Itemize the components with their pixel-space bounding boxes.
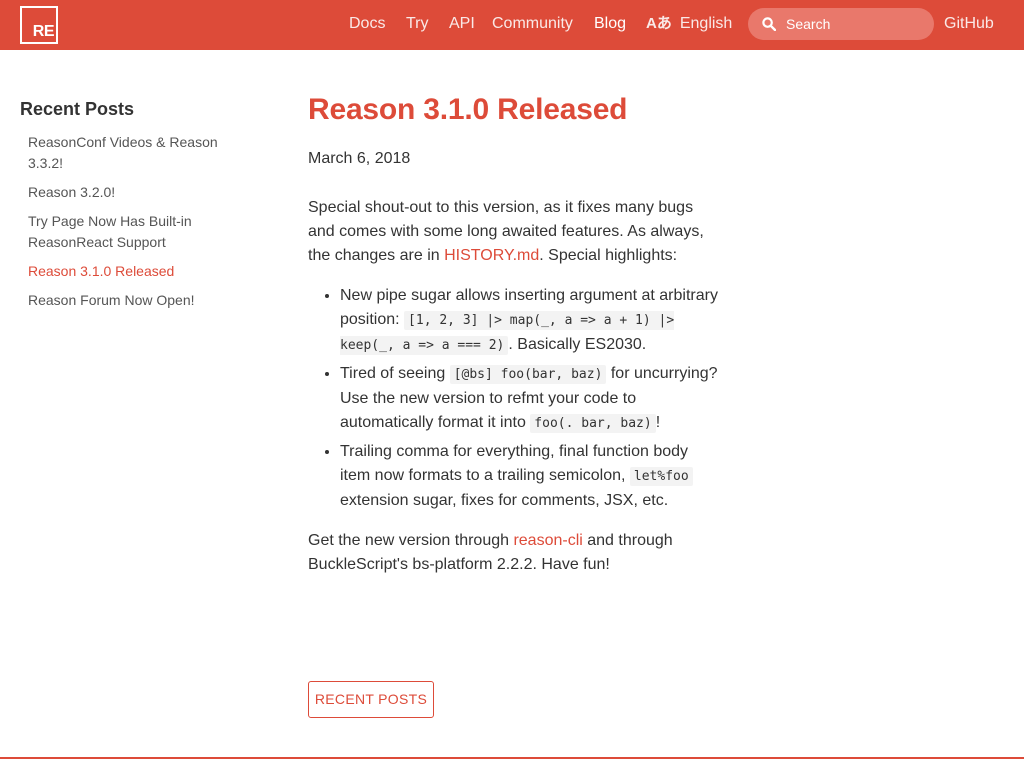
sidebar-item-reason-forum[interactable]: Reason Forum Now Open! <box>20 290 250 311</box>
sidebar-title: Recent Posts <box>20 99 135 119</box>
intro-text-end: . Special highlights: <box>539 247 678 264</box>
nav-github[interactable]: GitHub <box>944 13 994 35</box>
logo-text: RE <box>32 23 55 40</box>
highlight-text: Tired of seeing <box>340 365 450 382</box>
nav-docs[interactable]: Docs <box>349 13 385 35</box>
language-label: English <box>679 15 733 32</box>
nav-community[interactable]: Community <box>492 13 573 35</box>
highlight-text: ! <box>655 414 661 431</box>
outro-text: Get the new version through <box>308 532 514 549</box>
nav-blog[interactable]: Blog <box>594 13 626 35</box>
nav-api[interactable]: API <box>449 13 475 35</box>
reason-logo[interactable]: RE <box>20 6 58 44</box>
post-date: March 6, 2018 <box>308 150 411 167</box>
post-title[interactable]: Reason 3.1.0 Released <box>308 90 720 130</box>
code-snippet: [@bs] foo(bar, baz) <box>449 365 607 384</box>
list-item: Trailing comma for everything, final fun… <box>340 440 720 513</box>
translate-icon: Aあ <box>646 15 672 32</box>
top-nav-bar: RE Docs Try API Community Blog Aあ Englis… <box>0 0 1024 50</box>
code-snippet: foo(. bar, baz) <box>530 414 656 433</box>
post-outro: Get the new version through reason-cli a… <box>308 529 720 577</box>
post-intro: Special shout-out to this version, as it… <box>308 196 720 268</box>
recent-posts-sidebar: Recent Posts ReasonConf Videos & Reason … <box>20 97 250 319</box>
nav-try[interactable]: Try <box>406 13 429 35</box>
sidebar-item-reason-3-1-0[interactable]: Reason 3.1.0 Released <box>20 261 250 282</box>
blog-post: Reason 3.1.0 Released March 6, 2018 Spec… <box>308 90 720 577</box>
recent-posts-button[interactable]: RECENT POSTS <box>308 681 434 718</box>
search-icon <box>762 17 776 31</box>
code-snippet: let%foo <box>629 467 693 486</box>
history-md-link[interactable]: HISTORY.md <box>444 247 539 264</box>
highlight-text: . Basically ES2030. <box>508 336 647 353</box>
highlight-text: extension sugar, fixes for comments, JSX… <box>340 492 669 509</box>
sidebar-item-try-page-reasonreact[interactable]: Try Page Now Has Built-in ReasonReact Su… <box>20 211 250 253</box>
search-box[interactable] <box>748 8 934 40</box>
search-input[interactable] <box>786 14 926 34</box>
sidebar-item-reasonconf-videos[interactable]: ReasonConf Videos & Reason 3.3.2! <box>20 132 250 174</box>
language-selector[interactable]: Aあ English <box>646 13 732 35</box>
list-item: Tired of seeing [@bs] foo(bar, baz) for … <box>340 362 720 436</box>
list-item: New pipe sugar allows inserting argument… <box>340 284 720 358</box>
highlights-list: New pipe sugar allows inserting argument… <box>308 284 720 513</box>
reason-cli-link[interactable]: reason-cli <box>513 532 582 549</box>
sidebar-item-reason-3-2-0[interactable]: Reason 3.2.0! <box>20 182 250 203</box>
